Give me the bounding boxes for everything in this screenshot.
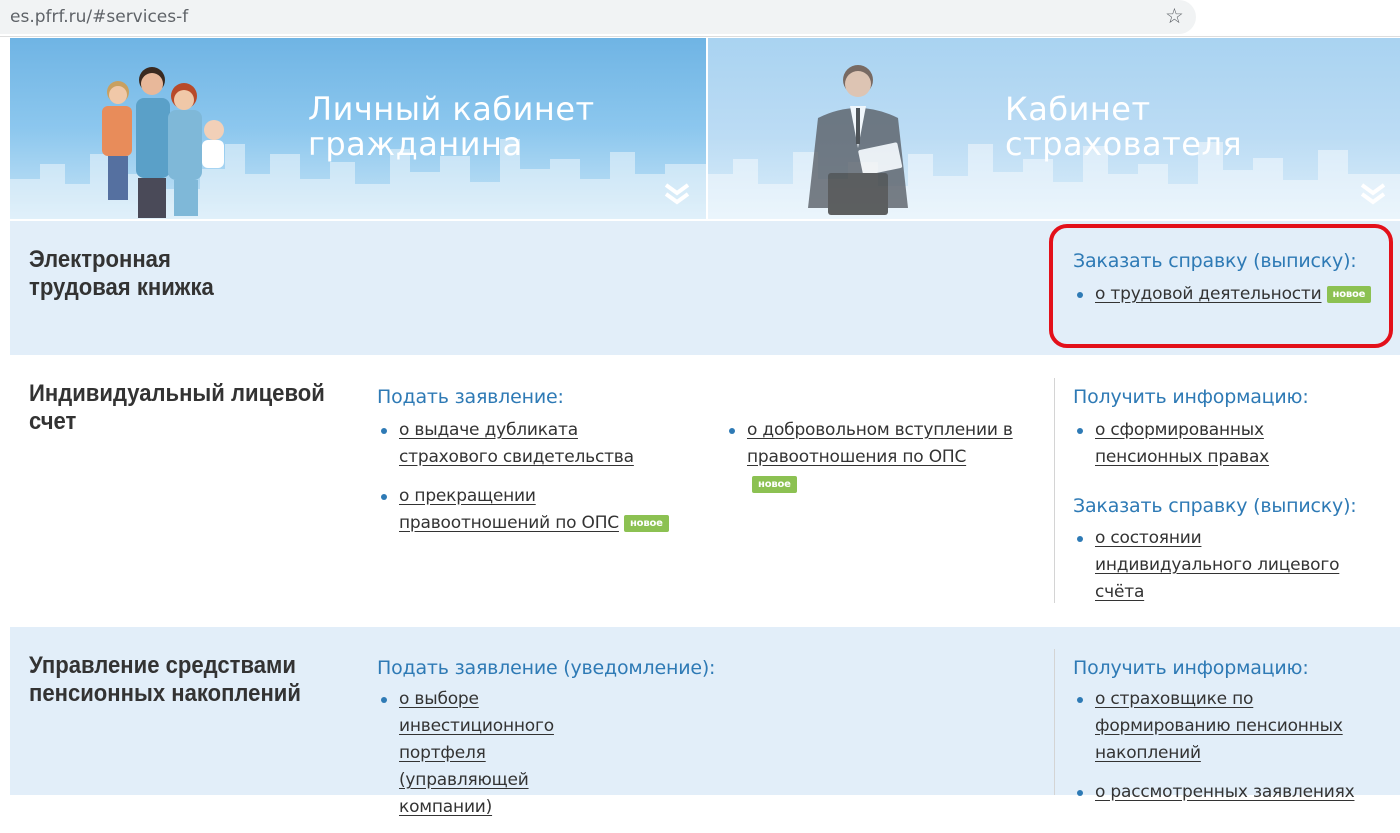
highlight-annotation bbox=[1049, 224, 1393, 348]
link-pension-rights[interactable]: о сформированных пенсионных правах bbox=[1095, 420, 1269, 467]
column-divider bbox=[1054, 649, 1055, 795]
link-account-status[interactable]: о состоянии индивидуального лицевого счё… bbox=[1095, 528, 1340, 602]
link-duplicate-certificate[interactable]: о выдаче дубликата страхового свидетельс… bbox=[399, 420, 634, 467]
businessman-photo-icon bbox=[808, 65, 908, 215]
list-item: о прекращении правоотношений по ОПС новое bbox=[377, 483, 677, 537]
insurer-cabinet-title: Кабинет страхователя bbox=[1005, 92, 1242, 162]
section-title-line: Индивидуальный лицевой bbox=[29, 380, 325, 407]
apply-title: Подать заявление: bbox=[377, 386, 564, 408]
banner-title-line: Кабинет bbox=[1005, 90, 1151, 128]
link-reviewed-applications[interactable]: о рассмотренных заявлениях bbox=[1095, 782, 1355, 802]
apply-links-list: о выборе инвестиционного портфеля (управ… bbox=[377, 686, 617, 833]
apply-notice-title: Подать заявление (уведомление): bbox=[377, 657, 716, 679]
citizen-cabinet-title: Личный кабинет гражданина bbox=[308, 92, 595, 162]
section-title: Индивидуальный лицевой счет bbox=[29, 380, 325, 436]
list-item: о сформированных пенсионных правах bbox=[1073, 417, 1373, 471]
family-photo-icon bbox=[102, 67, 224, 218]
citizen-cabinet-banner[interactable]: Личный кабинет гражданина bbox=[10, 38, 706, 219]
new-badge: новое bbox=[623, 514, 669, 532]
get-info-title: Получить информацию: bbox=[1073, 386, 1309, 408]
section-title-line: пенсионных накоплений bbox=[29, 680, 301, 707]
banner-title-line: страхователя bbox=[1005, 125, 1243, 163]
chevron-double-down-icon[interactable] bbox=[1360, 183, 1386, 205]
link-voluntary-entry[interactable]: о добровольном вступлении в правоотношен… bbox=[747, 420, 1013, 467]
apply-links-list-right: о добровольном вступлении в правоотношен… bbox=[725, 417, 1015, 510]
list-item: о выборе инвестиционного портфеля (управ… bbox=[377, 686, 617, 821]
chevron-double-down-icon[interactable] bbox=[664, 183, 690, 205]
insurer-cabinet-banner[interactable]: Кабинет страхователя bbox=[708, 38, 1400, 219]
browser-address-bar: es.pfrf.ru/#services-f ☆ bbox=[0, 0, 1400, 37]
banner-title-line: Личный кабинет bbox=[308, 90, 595, 128]
section-title-line: Электронная bbox=[29, 246, 171, 273]
section-title-line: трудовая книжка bbox=[29, 274, 214, 301]
banner-title-line: гражданина bbox=[308, 125, 523, 163]
section-title: Электронная трудовая книжка bbox=[29, 246, 214, 302]
list-item: о рассмотренных заявлениях bbox=[1073, 779, 1383, 806]
list-item: о добровольном вступлении в правоотношен… bbox=[725, 417, 1015, 498]
info-links-list: о страховщике по формированию пенсионных… bbox=[1073, 686, 1383, 818]
list-item: о выдаче дубликата страхового свидетельс… bbox=[377, 417, 677, 471]
new-badge: новое bbox=[752, 475, 797, 493]
bookmark-star-icon[interactable]: ☆ bbox=[1165, 4, 1184, 29]
link-investment-portfolio[interactable]: о выборе инвестиционного портфеля (управ… bbox=[399, 689, 554, 817]
order-certificate-title: Заказать справку (выписку): bbox=[1073, 495, 1357, 517]
link-terminate-relations[interactable]: о прекращении правоотношений по ОПС bbox=[399, 486, 619, 533]
url-field[interactable]: es.pfrf.ru/#services-f ☆ bbox=[0, 0, 1196, 34]
get-info-title: Получить информацию: bbox=[1073, 657, 1309, 679]
url-text[interactable]: es.pfrf.ru/#services-f bbox=[10, 7, 188, 27]
list-item: о состоянии индивидуального лицевого счё… bbox=[1073, 525, 1363, 606]
section-title-line: счет bbox=[29, 408, 77, 435]
order-links-list: о состоянии индивидуального лицевого счё… bbox=[1073, 525, 1363, 618]
section-title-line: Управление средствами bbox=[29, 652, 296, 679]
section-pension-savings: Управление средствами пенсионных накопле… bbox=[10, 627, 1400, 817]
list-item: о страховщике по формированию пенсионных… bbox=[1073, 686, 1383, 767]
section-individual-account: Индивидуальный лицевой счет Подать заявл… bbox=[10, 356, 1400, 626]
section-title: Управление средствами пенсионных накопле… bbox=[29, 652, 301, 708]
column-divider bbox=[1054, 378, 1055, 603]
info-links-list: о сформированных пенсионных правах bbox=[1073, 417, 1373, 483]
apply-links-list-left: о выдаче дубликата страхового свидетельс… bbox=[377, 417, 677, 549]
link-insurer-info[interactable]: о страховщике по формированию пенсионных… bbox=[1095, 689, 1343, 763]
